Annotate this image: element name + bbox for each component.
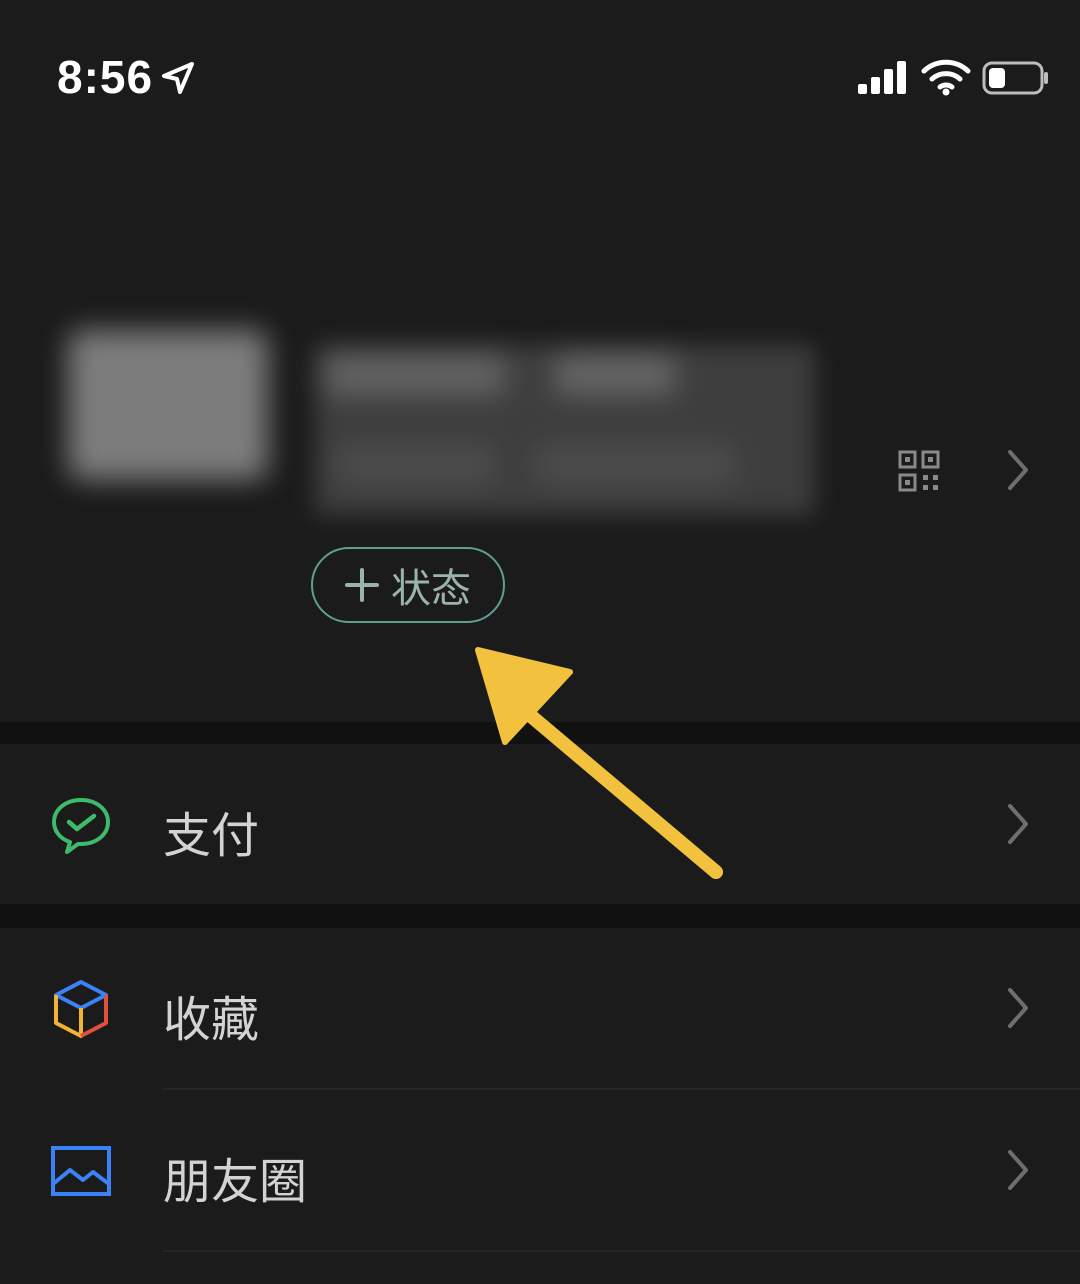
chevron-right-icon	[1008, 1150, 1028, 1190]
wechat-pay-icon	[52, 798, 110, 854]
favorites-cube-icon	[54, 980, 108, 1038]
menu-item-pay[interactable]: 支付	[0, 744, 1080, 904]
location-arrow-icon	[162, 62, 194, 94]
menu-item-label: 支付	[163, 808, 260, 864]
menu-item-favorites[interactable]: 收藏	[0, 928, 1080, 1088]
add-status-button[interactable]: 状态	[311, 547, 505, 623]
avatar[interactable]	[68, 330, 268, 480]
profile-name-blurred	[315, 345, 815, 515]
wifi-icon	[921, 59, 971, 96]
status-time: 8:56	[57, 51, 154, 103]
status-button-label: 状态	[391, 566, 471, 612]
menu-item-label: 朋友圈	[163, 1154, 308, 1210]
section-divider	[0, 904, 1080, 928]
chevron-right-icon	[1008, 804, 1028, 844]
signal-icon	[858, 61, 906, 94]
menu-item-moments[interactable]: 朋友圈	[0, 1090, 1080, 1250]
row-divider	[163, 1250, 1080, 1252]
menu-item-label: 收藏	[163, 992, 260, 1048]
battery-icon	[982, 61, 1048, 95]
status-bar: 8:56	[0, 0, 1080, 150]
qr-code-icon[interactable]	[898, 450, 940, 492]
moments-picture-icon	[51, 1146, 111, 1196]
chevron-right-icon	[1008, 988, 1028, 1028]
chevron-right-icon[interactable]	[1004, 448, 1032, 492]
profile-header[interactable]: 状态	[0, 150, 1080, 722]
plus-icon	[345, 568, 379, 602]
section-divider	[0, 722, 1080, 744]
